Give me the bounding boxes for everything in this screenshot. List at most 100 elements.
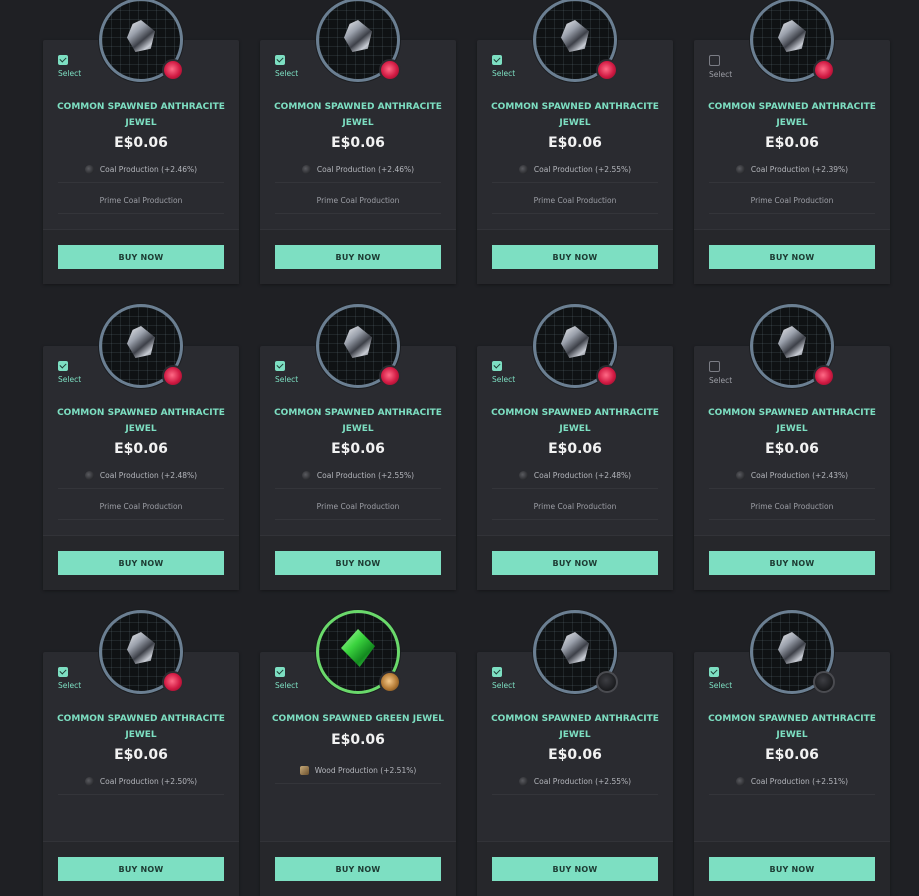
coal-icon	[518, 165, 528, 174]
jewel-title: COMMON SPAWNED ANTHRACITE JEWEL	[491, 714, 659, 740]
jewel-medallion[interactable]	[533, 304, 618, 388]
card-footer: BUY NOW	[260, 229, 456, 284]
buy-now-button[interactable]: BUY NOW	[275, 857, 441, 881]
buy-now-button[interactable]: BUY NOW	[492, 857, 658, 881]
prime-production: Prime Coal Production	[58, 187, 224, 214]
checkbox-box[interactable]	[275, 667, 285, 677]
prime-production-text: Prime Coal Production	[533, 195, 617, 205]
select-checkbox[interactable]: Select	[709, 361, 739, 385]
jewel-price: E$0.06	[331, 135, 385, 151]
jewel-medallion[interactable]	[316, 304, 401, 388]
prime-production: Prime Coal Production	[709, 493, 875, 520]
buy-now-button[interactable]: BUY NOW	[275, 551, 441, 575]
buy-now-button[interactable]: BUY NOW	[58, 245, 224, 269]
production-stat-text: Coal Production (+2.43%)	[750, 471, 849, 480]
jewel-price: E$0.06	[331, 732, 385, 748]
select-label: Select	[709, 681, 733, 690]
jewel-medallion[interactable]	[99, 0, 184, 82]
checkbox-box[interactable]	[275, 361, 285, 371]
red-gem-icon	[813, 365, 835, 387]
select-checkbox[interactable]: Select	[709, 667, 739, 690]
prime-production-text: Prime Coal Production	[533, 501, 617, 511]
select-checkbox[interactable]: Select	[492, 667, 522, 690]
jewel-medallion[interactable]	[316, 0, 401, 82]
select-checkbox[interactable]: Select	[58, 55, 88, 78]
select-label: Select	[58, 681, 82, 690]
buy-now-button[interactable]: BUY NOW	[492, 245, 658, 269]
select-label: Select	[58, 375, 82, 384]
checkbox-box[interactable]	[709, 667, 719, 677]
checkbox-box[interactable]	[58, 361, 68, 371]
select-checkbox[interactable]: Select	[492, 55, 522, 78]
red-gem-icon	[162, 59, 184, 81]
production-stat-text: Wood Production (+2.51%)	[314, 766, 417, 775]
jewel-medallion[interactable]	[750, 304, 835, 388]
production-stat-text: Coal Production (+2.46%)	[99, 165, 198, 174]
prime-production-text: Prime Coal Production	[750, 195, 834, 205]
card-footer: BUY NOW	[43, 229, 239, 284]
checkbox-box[interactable]	[709, 55, 720, 66]
select-checkbox[interactable]: Select	[492, 361, 522, 384]
red-gem-icon	[596, 59, 618, 81]
select-checkbox[interactable]: Select	[58, 667, 88, 690]
card-footer: BUY NOW	[694, 535, 890, 590]
production-stat-text: Coal Production (+2.46%)	[316, 165, 415, 174]
jewel-medallion[interactable]	[750, 0, 835, 82]
checkbox-box[interactable]	[275, 55, 285, 65]
select-checkbox[interactable]: Select	[275, 667, 305, 690]
jewel-title: COMMON SPAWNED ANTHRACITE JEWEL	[274, 408, 442, 434]
coal-icon	[84, 777, 94, 786]
buy-now-button[interactable]: BUY NOW	[492, 551, 658, 575]
jewel-medallion[interactable]	[533, 0, 618, 82]
anthracite-gem-icon	[561, 326, 589, 358]
buy-now-button[interactable]: BUY NOW	[709, 857, 875, 881]
select-checkbox[interactable]: Select	[275, 55, 305, 78]
prime-production: Prime Coal Production	[58, 493, 224, 520]
red-gem-icon	[379, 365, 401, 387]
buy-now-button[interactable]: BUY NOW	[58, 857, 224, 881]
select-checkbox[interactable]: Select	[709, 55, 739, 79]
buy-now-button[interactable]: BUY NOW	[275, 245, 441, 269]
jewel-title: COMMON SPAWNED ANTHRACITE JEWEL	[708, 102, 876, 128]
prime-production: Prime Coal Production	[492, 493, 658, 520]
select-label: Select	[492, 69, 516, 78]
select-checkbox[interactable]: Select	[58, 361, 88, 384]
jewel-medallion[interactable]	[316, 610, 401, 694]
red-gem-icon	[162, 671, 184, 693]
coal-icon	[735, 165, 745, 174]
card-footer: BUY NOW	[477, 229, 673, 284]
production-stat: Coal Production (+2.46%)	[275, 157, 441, 183]
buy-now-button[interactable]: BUY NOW	[58, 551, 224, 575]
jewel-price: E$0.06	[765, 135, 819, 151]
jewel-medallion[interactable]	[99, 304, 184, 388]
select-label: Select	[492, 375, 516, 384]
checkbox-box[interactable]	[58, 55, 68, 65]
jewel-title: COMMON SPAWNED ANTHRACITE JEWEL	[57, 102, 225, 128]
buy-now-button[interactable]: BUY NOW	[709, 551, 875, 575]
checkbox-box[interactable]	[492, 55, 502, 65]
production-stat: Wood Production (+2.51%)	[275, 758, 441, 784]
jewel-medallion[interactable]	[533, 610, 618, 694]
select-label: Select	[275, 681, 299, 690]
card-footer: BUY NOW	[260, 841, 456, 896]
checkbox-box[interactable]	[709, 361, 720, 372]
anthracite-gem-icon	[778, 632, 806, 664]
red-gem-icon	[596, 365, 618, 387]
jewel-medallion[interactable]	[99, 610, 184, 694]
jewel-price: E$0.06	[548, 135, 602, 151]
production-stat-text: Coal Production (+2.50%)	[99, 777, 198, 786]
jewel-medallion[interactable]	[750, 610, 835, 694]
select-checkbox[interactable]: Select	[275, 361, 305, 384]
production-stat: Coal Production (+2.39%)	[709, 157, 875, 183]
checkbox-box[interactable]	[492, 361, 502, 371]
prime-production-text: Prime Coal Production	[750, 501, 834, 511]
card-footer: BUY NOW	[694, 229, 890, 284]
buy-now-button[interactable]: BUY NOW	[709, 245, 875, 269]
checkbox-box[interactable]	[492, 667, 502, 677]
checkbox-box[interactable]	[58, 667, 68, 677]
coal-icon	[735, 471, 745, 480]
production-stat-text: Coal Production (+2.48%)	[99, 471, 198, 480]
select-label: Select	[709, 70, 733, 79]
anthracite-gem-icon	[344, 326, 372, 358]
prime-production-text: Prime Coal Production	[316, 501, 400, 511]
